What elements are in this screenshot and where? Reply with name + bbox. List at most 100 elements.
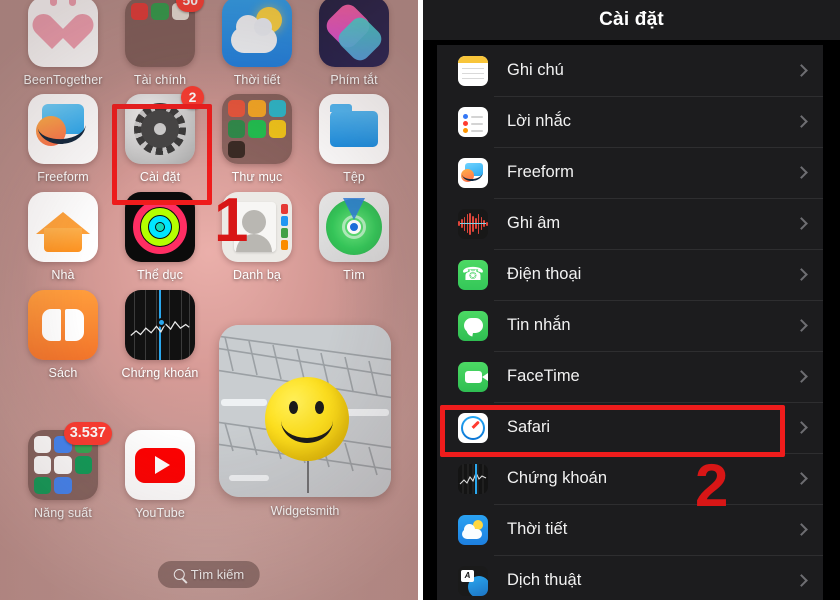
- app-icon-settings[interactable]: 2 Cài đặt: [110, 86, 210, 184]
- app-label: Phím tắt: [330, 73, 378, 87]
- settings-row-label: Chứng khoán: [507, 469, 608, 487]
- app-label: Chứng khoán: [121, 366, 199, 380]
- settings-row-label: Safari: [507, 418, 551, 436]
- gear-icon: [134, 103, 186, 155]
- app-label: Freeform: [37, 170, 89, 184]
- step-number-1: 1: [214, 186, 249, 255]
- settings-row-dien-thoai[interactable]: ☎ Điện thoại: [437, 249, 823, 300]
- chevron-right-icon: [795, 217, 808, 230]
- heart-icon: [42, 13, 84, 51]
- play-icon: [135, 447, 185, 483]
- app-label: Tài chính: [133, 73, 187, 87]
- chevron-right-icon: [795, 115, 808, 128]
- page-title: Cài đặt: [599, 9, 664, 30]
- app-label: Tệp: [343, 170, 365, 184]
- folder-icon-thu-muc[interactable]: Thư mục: [207, 94, 307, 184]
- app-label: Danh bạ: [233, 268, 281, 282]
- reminders-icon: [458, 106, 488, 137]
- chevron-right-icon: [795, 166, 808, 179]
- app-label: BeenTogether: [23, 73, 103, 87]
- app-label: Thời tiết: [233, 73, 281, 87]
- iphone-home-screen: BeenTogether 50 Tài chính Thời tiết Phím…: [0, 0, 418, 600]
- folder-icon: [330, 104, 378, 147]
- app-icon-find-my[interactable]: Tìm: [304, 192, 404, 282]
- app-icon-freeform[interactable]: Freeform: [13, 94, 113, 184]
- app-icon-youtube[interactable]: YouTube: [110, 430, 210, 520]
- app-label: Nhà: [51, 268, 75, 282]
- folder-icon-tai-chinh[interactable]: 50 Tài chính: [110, 0, 210, 87]
- chevron-right-icon: [795, 319, 808, 332]
- badge-count: 3.537: [63, 422, 112, 445]
- app-icon-files[interactable]: Tệp: [304, 94, 404, 184]
- badge-count: 50: [176, 0, 204, 12]
- translate-icon: A: [458, 565, 488, 596]
- chevron-right-icon: [795, 421, 808, 434]
- voice-memos-icon: [458, 208, 488, 239]
- app-label: YouTube: [135, 506, 185, 520]
- settings-row-label: Freeform: [507, 163, 574, 181]
- phone-icon: ☎: [458, 259, 488, 290]
- freeform-icon: [458, 157, 488, 188]
- widget-widgetsmith[interactable]: Widgetsmith: [219, 325, 391, 518]
- app-icon-fitness[interactable]: Thể dục: [110, 192, 210, 282]
- chevron-right-icon: [795, 64, 808, 77]
- home-app-grid: BeenTogether 50 Tài chính Thời tiết Phím…: [0, 0, 418, 600]
- app-label: Sách: [48, 366, 78, 380]
- app-icon-shortcuts[interactable]: Phím tắt: [304, 0, 404, 87]
- settings-row-thoi-tiet[interactable]: Thời tiết: [437, 504, 823, 555]
- navbar: Cài đặt: [423, 0, 840, 40]
- app-icon-home[interactable]: Nhà: [13, 192, 113, 282]
- widget-photo: [219, 325, 391, 497]
- settings-row-safari[interactable]: Safari: [437, 402, 823, 453]
- chevron-right-icon: [795, 523, 808, 536]
- chevron-right-icon: [795, 574, 808, 587]
- settings-row-chung-khoan[interactable]: Chứng khoán: [437, 453, 823, 504]
- search-button[interactable]: Tìm kiếm: [157, 561, 261, 588]
- app-label: Tìm: [343, 268, 365, 282]
- messages-icon: [458, 310, 488, 341]
- settings-app-screen: Cài đặt Ghi chú Lời nhắc Freeform Ghi âm…: [423, 0, 840, 600]
- settings-row-label: Tin nhắn: [507, 316, 571, 334]
- chevron-right-icon: [795, 370, 808, 383]
- settings-row-freeform[interactable]: Freeform: [437, 147, 823, 198]
- settings-row-loi-nhac[interactable]: Lời nhắc: [437, 96, 823, 147]
- book-icon: [42, 309, 84, 341]
- stocks-icon: [458, 463, 488, 494]
- chevron-right-icon: [795, 268, 808, 281]
- step-number-2: 2: [695, 452, 729, 519]
- safari-icon: [458, 412, 488, 443]
- facetime-icon: [458, 361, 488, 392]
- search-label: Tìm kiếm: [190, 567, 245, 582]
- settings-row-label: Ghi chú: [507, 61, 564, 79]
- app-icon-stocks[interactable]: Chứng khoán: [110, 290, 210, 380]
- settings-row-label: FaceTime: [507, 367, 580, 385]
- app-label: Thể dục: [137, 268, 183, 282]
- app-label: Cài đặt: [139, 170, 181, 184]
- notes-icon: [458, 55, 488, 86]
- settings-row-dich-thuat[interactable]: A Dịch thuật: [437, 555, 823, 600]
- app-icon-weather[interactable]: Thời tiết: [207, 0, 307, 87]
- settings-row-label: Điện thoại: [507, 265, 582, 283]
- app-icon-books[interactable]: Sách: [13, 290, 113, 380]
- search-icon: [173, 569, 185, 580]
- radar-icon: [326, 198, 382, 255]
- settings-row-ghi-am[interactable]: Ghi âm: [437, 198, 823, 249]
- weather-icon: [458, 514, 488, 545]
- settings-row-label: Ghi âm: [507, 214, 561, 232]
- settings-list[interactable]: Ghi chú Lời nhắc Freeform Ghi âm ☎ Điện …: [423, 40, 840, 600]
- badge-count: 2: [181, 86, 204, 109]
- app-label: Năng suất: [34, 506, 92, 520]
- screenshot-root: BeenTogether 50 Tài chính Thời tiết Phím…: [0, 0, 840, 600]
- settings-row-facetime[interactable]: FaceTime: [437, 351, 823, 402]
- settings-row-label: Thời tiết: [507, 520, 568, 538]
- chevron-right-icon: [795, 472, 808, 485]
- settings-row-label: Lời nhắc: [507, 112, 572, 130]
- balloon-icon: [265, 377, 349, 461]
- settings-row-ghi-chu[interactable]: Ghi chú: [437, 45, 823, 96]
- cloud-icon: [231, 15, 277, 53]
- app-label: Thư mục: [231, 170, 283, 184]
- app-icon-beentogether[interactable]: BeenTogether: [13, 0, 113, 87]
- folder-icon-nang-suat[interactable]: 3.537 Năng suất: [13, 422, 113, 520]
- widget-label: Widgetsmith: [270, 504, 340, 518]
- settings-row-tin-nhan[interactable]: Tin nhắn: [437, 300, 823, 351]
